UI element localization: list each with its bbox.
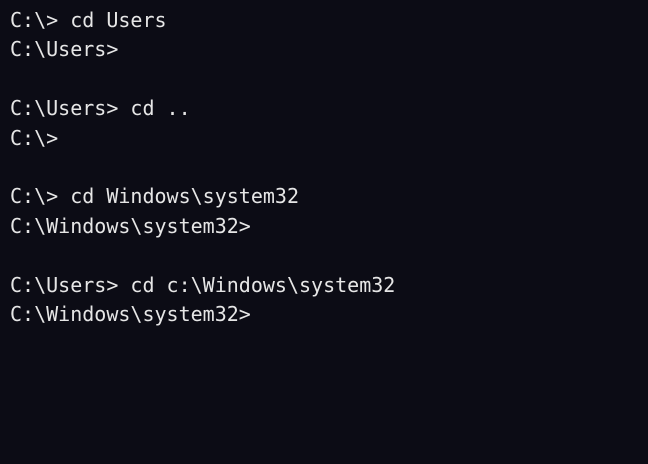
command-line: C:\Users> cd c:\Windows\system32	[10, 272, 396, 297]
prompt-line: C:\Windows\system32>	[10, 213, 251, 238]
command-line: C:\Users> cd ..	[10, 96, 191, 121]
active-prompt-line[interactable]: C:\Windows\system32>	[10, 300, 648, 329]
terminal-output-area[interactable]: C:\> cd Users C:\Users> C:\Users> cd .. …	[0, 0, 648, 464]
command-line: C:\> cd Windows\system32	[10, 184, 299, 209]
command-line: C:\> cd Users	[10, 8, 167, 32]
prompt-line: C:\Users>	[10, 37, 119, 62]
prompt-line: C:\>	[10, 125, 59, 150]
